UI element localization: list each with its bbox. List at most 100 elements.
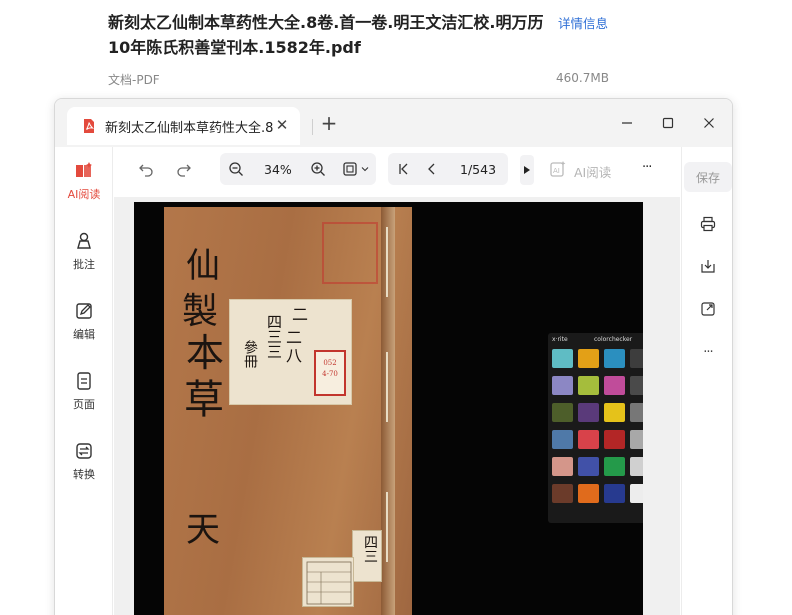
redo-icon[interactable]	[172, 157, 196, 181]
more-options-icon[interactable]: ···	[642, 160, 652, 175]
checker-title: x·rite	[552, 336, 568, 343]
details-link[interactable]: 详情信息	[558, 13, 608, 32]
tab-label: 新刻太乙仙制本草药性大全.8...	[105, 120, 273, 136]
color-swatch	[630, 376, 643, 395]
maximize-icon[interactable]	[658, 113, 678, 133]
color-swatch	[604, 430, 625, 449]
color-swatch	[578, 349, 599, 368]
document-viewport: 仙 製 本 草 天 二 二 八 四三三 參冊 052 4-70 四三 x·rit…	[114, 197, 680, 615]
print-icon[interactable]	[696, 212, 720, 236]
title-bar: 新刻太乙仙制本草药性大全.8... ✕ +	[55, 99, 732, 147]
sidebar-label-edit: 编辑	[73, 328, 95, 341]
call-number-line: 4-70	[322, 370, 338, 378]
first-page-icon[interactable]	[392, 157, 416, 181]
undo-icon[interactable]	[134, 157, 158, 181]
svg-text:AI: AI	[553, 167, 560, 175]
color-swatch	[630, 349, 643, 368]
call-number-line: 052	[323, 359, 337, 367]
library-slip	[302, 557, 354, 607]
color-swatch	[578, 457, 599, 476]
pdf-viewer-window: 新刻太乙仙制本草药性大全.8... ✕ + AI阅读 批注 编辑 页面 转换 3…	[54, 98, 733, 615]
share-icon[interactable]	[696, 297, 720, 321]
color-swatch	[578, 403, 599, 422]
pages-icon	[74, 371, 94, 391]
color-swatch	[604, 484, 625, 503]
color-swatch	[604, 457, 625, 476]
previous-page-icon[interactable]	[420, 157, 444, 181]
next-page-icon[interactable]	[520, 155, 534, 185]
color-checker-card: x·rite colorchecker	[548, 333, 643, 523]
book-spine	[381, 207, 395, 615]
color-swatch	[630, 484, 643, 503]
library-slip-grid	[306, 561, 352, 605]
pdf-file-icon	[81, 118, 97, 134]
red-seal-stamp	[322, 222, 378, 284]
document-title: 新刻太乙仙制本草药性大全.8卷.首一卷.明王文洁汇校.明万历10年陈氏积善堂刊本…	[108, 13, 544, 57]
close-window-icon[interactable]	[699, 113, 719, 133]
label-text: 四三三	[265, 314, 283, 359]
label-text: 二	[289, 306, 308, 322]
zoom-out-icon[interactable]	[224, 157, 248, 181]
sidebar-label-annotate: 批注	[73, 258, 95, 271]
sidebar-label-convert: 转换	[73, 468, 95, 481]
color-swatch	[578, 430, 599, 449]
download-icon[interactable]	[696, 254, 720, 278]
minimize-icon[interactable]	[617, 113, 637, 133]
sidebar-label-pages: 页面	[73, 398, 95, 411]
label-text: 八	[286, 346, 303, 365]
page-indicator[interactable]: 1/543	[460, 162, 496, 177]
ai-read-label[interactable]: AI阅读	[574, 162, 611, 181]
tab-separator	[312, 119, 313, 135]
left-sidebar: AI阅读 批注 编辑 页面 转换	[55, 147, 113, 615]
color-swatch	[604, 376, 625, 395]
color-swatch	[630, 430, 643, 449]
new-tab-button[interactable]: +	[319, 113, 339, 133]
zoom-level[interactable]: 34%	[264, 162, 292, 177]
file-type-label: 文档-PDF	[108, 73, 160, 87]
label-text: 參冊	[242, 340, 258, 368]
close-tab-icon[interactable]: ✕	[274, 117, 290, 133]
document-tab[interactable]: 新刻太乙仙制本草药性大全.8... ✕	[67, 107, 300, 145]
cover-calligraphy-char: 草	[184, 377, 224, 423]
binding-stitch	[386, 492, 388, 562]
color-swatch	[552, 430, 573, 449]
color-swatch	[604, 349, 625, 368]
viewer-toolbar: 34% 1/543 AI AI阅读 ···	[114, 147, 680, 197]
sidebar-item-annotate[interactable]: 批注	[55, 231, 113, 281]
volume-slip-text: 四三	[362, 535, 378, 563]
sidebar-label-ai-reading: AI阅读	[67, 188, 101, 201]
zoom-group: 34%	[220, 153, 376, 185]
page-nav-group: 1/543	[388, 153, 508, 185]
call-number-stamp: 052 4-70	[314, 350, 346, 396]
volume-slip: 四三	[352, 530, 382, 582]
sidebar-item-ai-reading[interactable]: AI阅读	[55, 161, 113, 211]
color-swatch	[630, 403, 643, 422]
color-swatch	[552, 457, 573, 476]
color-swatch	[630, 457, 643, 476]
save-button[interactable]: 保存	[684, 162, 732, 192]
zoom-in-icon[interactable]	[306, 157, 330, 181]
convert-icon	[74, 441, 94, 461]
file-size-label: 460.7MB	[556, 71, 609, 85]
color-swatch	[604, 403, 625, 422]
color-swatch	[552, 403, 573, 422]
ai-reading-icon	[74, 161, 94, 181]
ai-read-icon[interactable]: AI	[546, 157, 570, 181]
sidebar-item-edit[interactable]: 编辑	[55, 301, 113, 351]
color-swatch	[552, 349, 573, 368]
color-swatch	[552, 376, 573, 395]
color-swatch	[552, 484, 573, 503]
more-options-icon[interactable]: ···	[696, 340, 720, 364]
annotate-icon	[74, 231, 94, 251]
right-panel: 保存 ···	[681, 147, 732, 615]
binding-stitch	[386, 227, 388, 297]
binding-stitch	[386, 352, 388, 422]
checker-brand: colorchecker	[594, 336, 633, 343]
catalogue-label: 二 二 八 四三三 參冊 052 4-70	[229, 299, 352, 405]
document-page: 仙 製 本 草 天 二 二 八 四三三 參冊 052 4-70 四三 x·rit…	[134, 202, 643, 615]
sidebar-item-convert[interactable]: 转换	[55, 441, 113, 491]
cover-volume-char: 天	[186, 510, 220, 550]
sidebar-item-pages[interactable]: 页面	[55, 371, 113, 421]
chevron-down-icon[interactable]	[358, 157, 372, 181]
color-swatch	[578, 376, 599, 395]
